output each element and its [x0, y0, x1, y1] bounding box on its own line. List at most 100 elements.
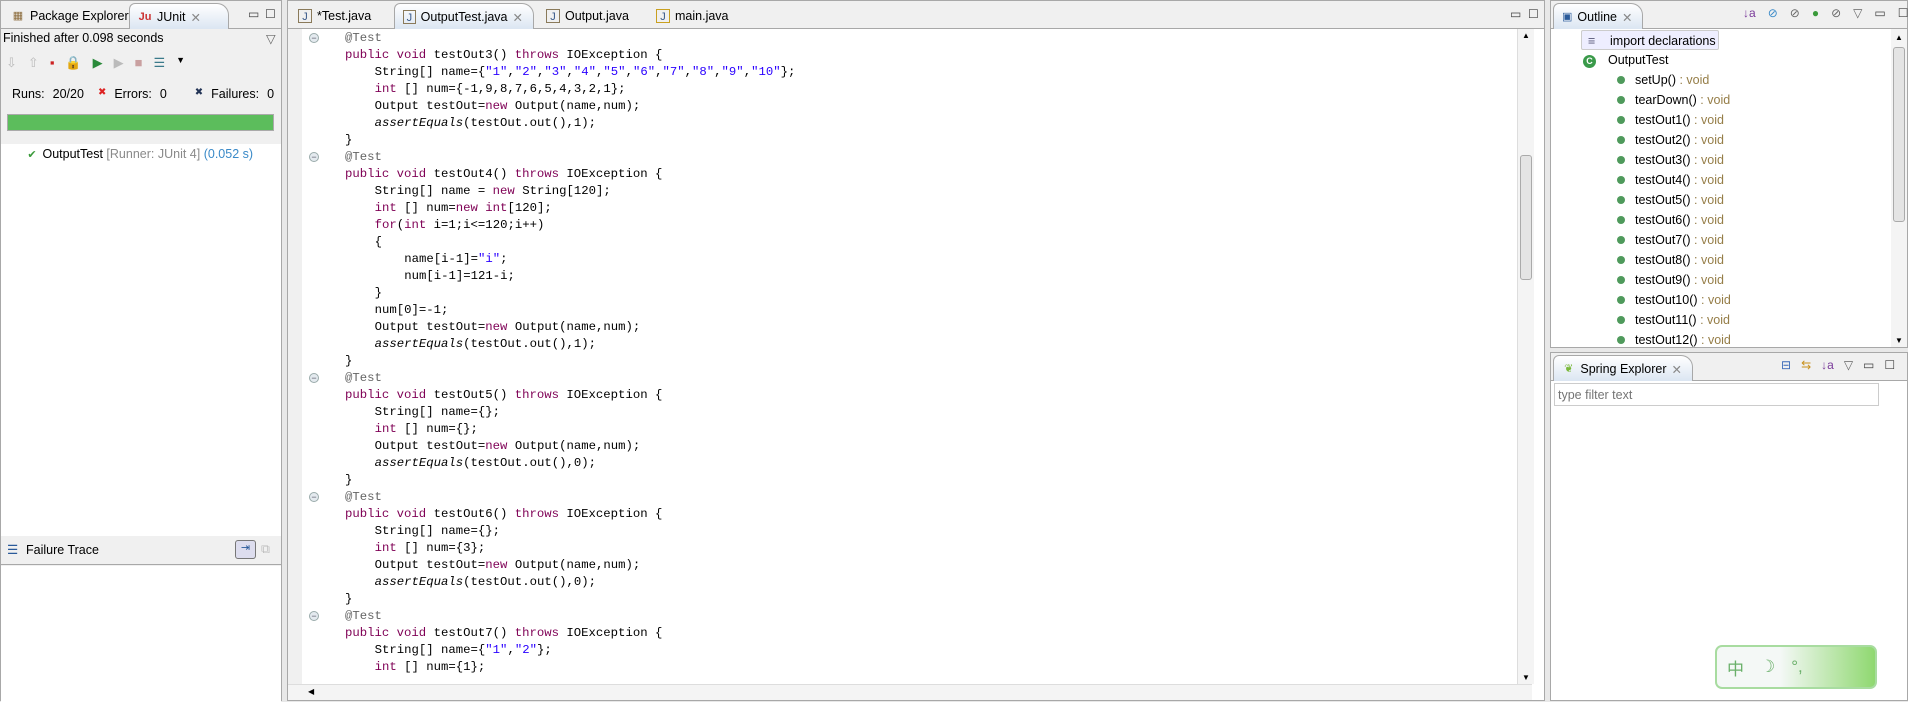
maximize-icon[interactable]: ☐	[1898, 6, 1908, 20]
fold-toggle-icon[interactable]: −	[309, 152, 319, 162]
code-line: for(int i=1;i<=120;i++)	[345, 217, 795, 234]
link-editor-icon[interactable]: ⇆	[1801, 358, 1811, 372]
collapse-all-icon[interactable]: ⊟	[1781, 358, 1791, 372]
outline-method[interactable]: testOut7() : void	[1599, 230, 1724, 250]
progress-fill	[8, 115, 273, 130]
outline-method[interactable]: testOut2() : void	[1599, 130, 1724, 150]
outline-method[interactable]: testOut9() : void	[1599, 270, 1724, 290]
hide-local-types-icon[interactable]: ⊘	[1831, 6, 1841, 20]
scroll-up-icon[interactable]: ▲	[1895, 33, 1903, 42]
tree-item-outputtest[interactable]: ✔ OutputTest [Runner: JUnit 4] (0.052 s)	[25, 147, 253, 162]
editor-hscrollbar[interactable]: ◀	[288, 684, 1532, 700]
outline-method[interactable]: testOut6() : void	[1599, 210, 1724, 230]
minimize-icon[interactable]: ▭	[1510, 7, 1521, 21]
outline-method[interactable]: testOut8() : void	[1599, 250, 1724, 270]
close-icon[interactable]: ✕	[513, 10, 523, 29]
close-icon[interactable]: ✕	[1672, 362, 1682, 381]
outline-method[interactable]: testOut10() : void	[1599, 290, 1731, 310]
outline-method[interactable]: testOut12() : void	[1599, 330, 1731, 347]
ime-chinese-mode-icon[interactable]: 中	[1727, 655, 1744, 680]
code-line: public void testOut3() throws IOExceptio…	[345, 47, 795, 64]
close-icon[interactable]: ✕	[190, 10, 200, 29]
editor-tab-test[interactable]: J *Test.java	[290, 3, 390, 29]
view-menu-icon[interactable]: ▽	[1844, 358, 1853, 372]
scroll-down-icon[interactable]: ▼	[1522, 673, 1530, 682]
outline-method[interactable]: testOut1() : void	[1599, 110, 1724, 130]
fold-toggle-icon[interactable]: −	[309, 373, 319, 383]
code-token: [] num=	[404, 201, 456, 215]
sort-icon[interactable]: ↓a	[1743, 6, 1756, 20]
ime-halfwidth-moon-icon[interactable]: ☽	[1760, 657, 1775, 677]
outline-method[interactable]: testOut3() : void	[1599, 150, 1724, 170]
fold-toggle-icon[interactable]: −	[309, 611, 319, 621]
rerun-failed-icon[interactable]: ▶	[114, 55, 124, 71]
tab-spring-explorer[interactable]: ❦ Spring Explorer ✕	[1553, 355, 1693, 381]
tab-junit[interactable]: Ju JUnit ✕	[129, 3, 229, 29]
outline-vscrollbar[interactable]: ▲ ▼	[1891, 29, 1907, 347]
code-token: [] num={3};	[404, 541, 486, 555]
ime-toolbar[interactable]: 中 ☽ °,	[1715, 645, 1877, 689]
scroll-thumb[interactable]	[1520, 155, 1532, 280]
tab-outline[interactable]: ▣ Outline ✕	[1553, 3, 1643, 29]
outline-method[interactable]: setUp() : void	[1599, 70, 1709, 90]
maximize-icon[interactable]: ☐	[265, 7, 276, 21]
stop-icon[interactable]: ■	[135, 55, 143, 71]
close-icon[interactable]: ✕	[1622, 10, 1632, 29]
show-failures-only-icon[interactable]: ▪	[50, 55, 55, 71]
next-failure-icon[interactable]: ⇩	[6, 55, 17, 71]
fold-toggle-icon[interactable]: −	[309, 33, 319, 43]
scroll-thumb[interactable]	[1893, 47, 1905, 222]
hide-nonpublic-icon[interactable]: ●	[1812, 6, 1819, 20]
method-name: testOut5()	[1635, 193, 1691, 207]
sort-icon[interactable]: ↓a	[1821, 358, 1834, 372]
minimize-icon[interactable]: ▭	[1874, 6, 1885, 20]
editor-vscrollbar[interactable]: ▲ ▼	[1517, 29, 1534, 684]
code-editor[interactable]: @Test public void testOut3() throws IOExc…	[345, 30, 795, 676]
code-token: Output testOut=	[374, 99, 486, 113]
editor-tab-outputtest[interactable]: J OutputTest.java ✕	[394, 3, 534, 29]
scroll-left-icon[interactable]: ◀	[308, 687, 314, 696]
outline-imports[interactable]: ≡ import declarations	[1581, 30, 1719, 50]
method-return-type: : void	[1690, 193, 1724, 207]
minimize-icon[interactable]: ▭	[248, 7, 259, 21]
code-token: int	[374, 422, 405, 436]
history-icon[interactable]: ☰	[153, 55, 165, 71]
editor-tab-main[interactable]: Jmain.java	[648, 3, 748, 29]
tab-package-explorer[interactable]: ▦ Package Explorer	[3, 3, 139, 29]
hide-fields-icon[interactable]: ⊘	[1768, 6, 1778, 20]
outline-class[interactable]: C OutputTest	[1583, 50, 1668, 70]
code-token: assertEquals	[374, 456, 464, 470]
code-token: throws	[514, 48, 567, 62]
ime-punctuation-icon[interactable]: °,	[1791, 657, 1803, 677]
code-token: "7"	[662, 65, 685, 79]
code-token: new	[492, 184, 523, 198]
compare-result-icon[interactable]: ⧉	[261, 542, 270, 557]
method-return-type: : void	[1690, 213, 1724, 227]
rerun-icon[interactable]: ▶	[93, 55, 103, 71]
code-token: [] num={-1,9,8,7,6,5,4,3,2,1};	[404, 82, 626, 96]
maximize-icon[interactable]: ☐	[1884, 358, 1895, 372]
scroll-down-icon[interactable]: ▼	[1895, 336, 1903, 345]
previous-failure-icon[interactable]: ⇧	[28, 55, 39, 71]
view-menu-icon[interactable]: ▽	[1853, 6, 1862, 20]
code-token: }	[374, 286, 382, 300]
filter-stack-icon[interactable]: ⇥	[235, 540, 256, 559]
outline-method[interactable]: testOut5() : void	[1599, 190, 1724, 210]
editor-tab-output[interactable]: J Output.java	[538, 3, 643, 29]
code-token: public void	[345, 388, 434, 402]
fold-toggle-icon[interactable]: −	[309, 492, 319, 502]
hide-static-icon[interactable]: ⊘	[1790, 6, 1800, 20]
minimize-icon[interactable]: ▭	[1863, 358, 1874, 372]
outline-method[interactable]: testOut11() : void	[1599, 310, 1730, 330]
code-token: Output testOut=	[374, 439, 486, 453]
filter-input[interactable]	[1554, 383, 1879, 406]
scroll-lock-icon[interactable]: 🔒	[65, 55, 81, 71]
dropdown-icon[interactable]: ▼	[176, 55, 185, 71]
outline-method[interactable]: testOut4() : void	[1599, 170, 1724, 190]
maximize-icon[interactable]: ☐	[1528, 7, 1539, 21]
scroll-up-icon[interactable]: ▲	[1522, 31, 1530, 40]
code-line: public void testOut7() throws IOExceptio…	[345, 625, 795, 642]
outline-method[interactable]: tearDown() : void	[1599, 90, 1730, 110]
view-menu-icon[interactable]: ▽	[266, 31, 276, 46]
code-token: public void	[345, 507, 434, 521]
